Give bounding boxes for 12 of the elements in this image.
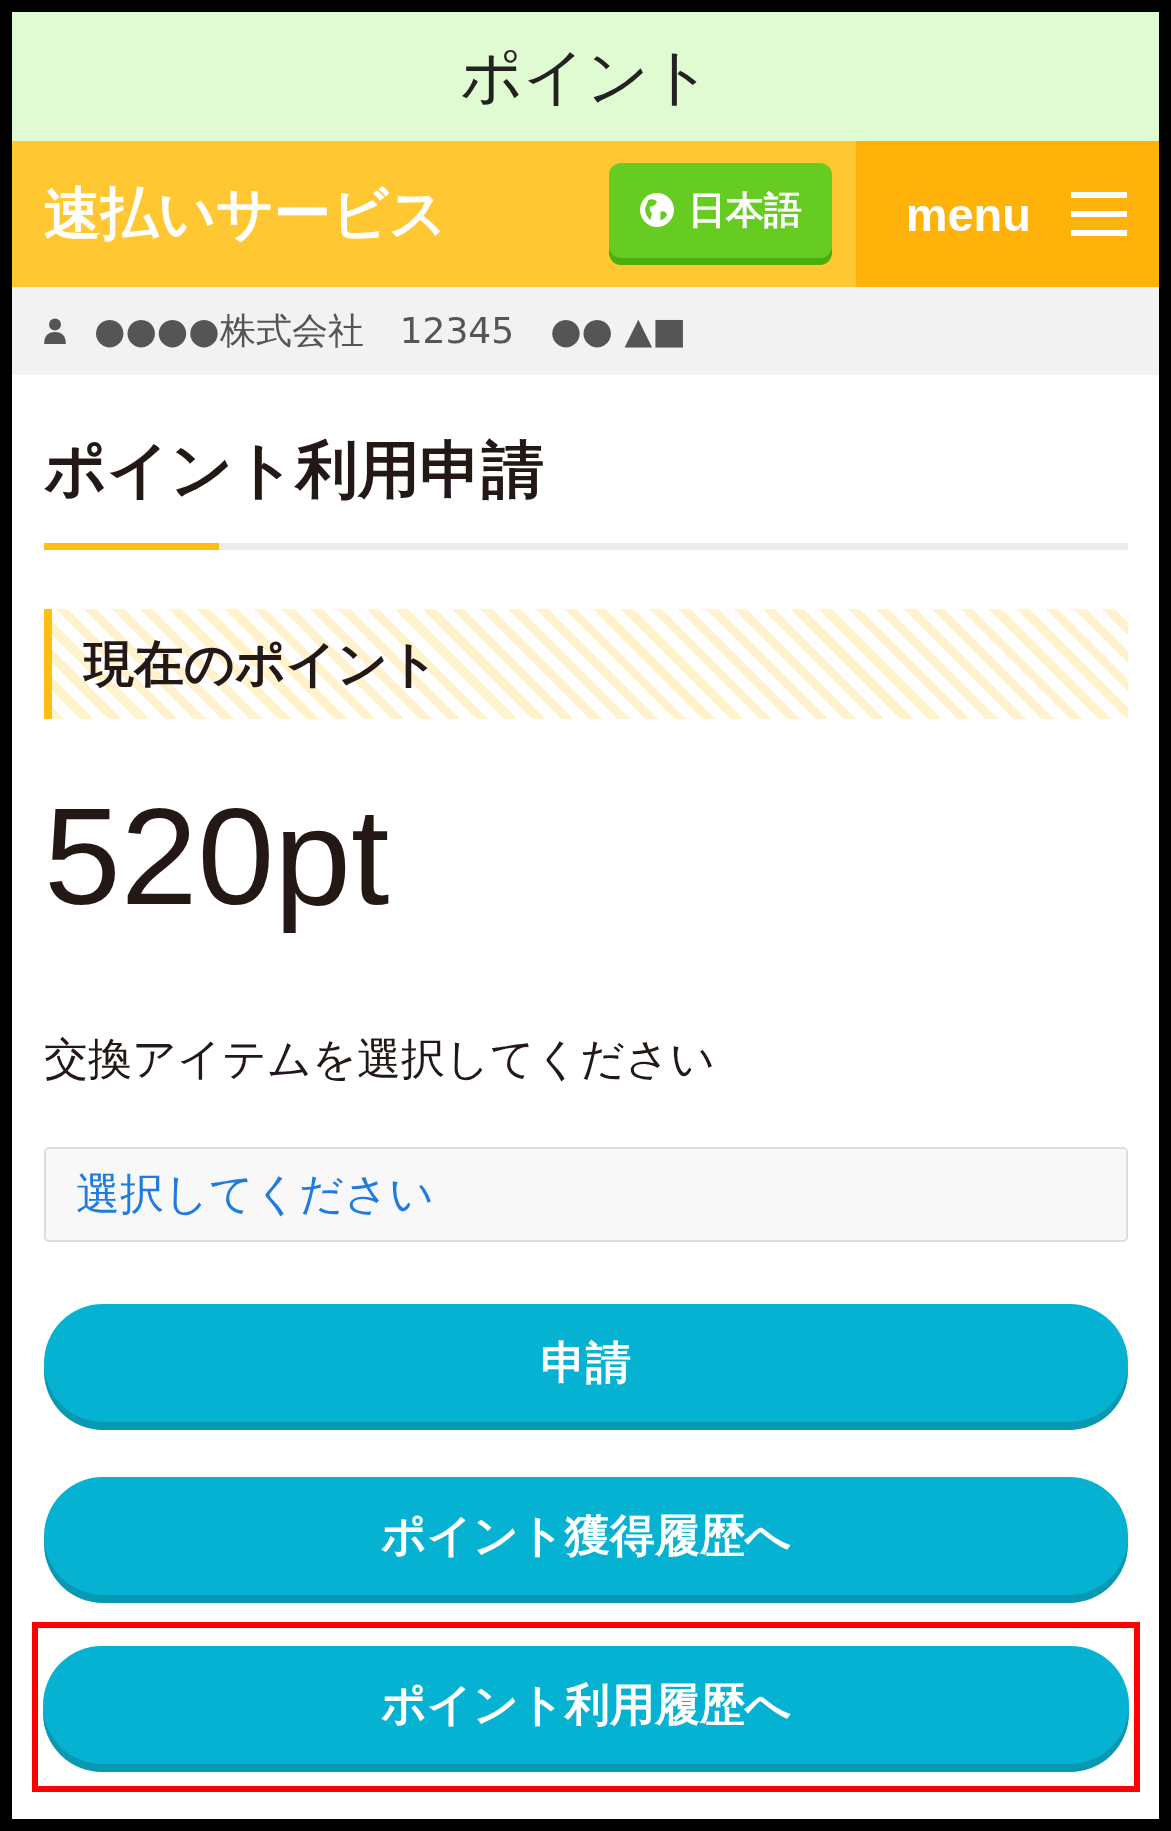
menu-button[interactable]: menu (856, 141, 1159, 287)
user-icon (44, 318, 66, 344)
brand-name[interactable]: 速払いサービス (12, 175, 609, 253)
user-info-text: ●●●●株式会社 12345 ●● ▲■ (94, 308, 687, 353)
item-select[interactable]: 選択してください (44, 1147, 1128, 1242)
page-title: ポイント (459, 38, 712, 115)
menu-icon (1071, 189, 1127, 239)
page-heading: ポイント利用申請 (44, 435, 545, 505)
point-balance: 520pt (44, 781, 391, 931)
section-title: 現在のポイント (84, 633, 439, 695)
instruction-text: 交換アイテムを選択してください (44, 1032, 716, 1086)
globe-icon (639, 193, 674, 227)
